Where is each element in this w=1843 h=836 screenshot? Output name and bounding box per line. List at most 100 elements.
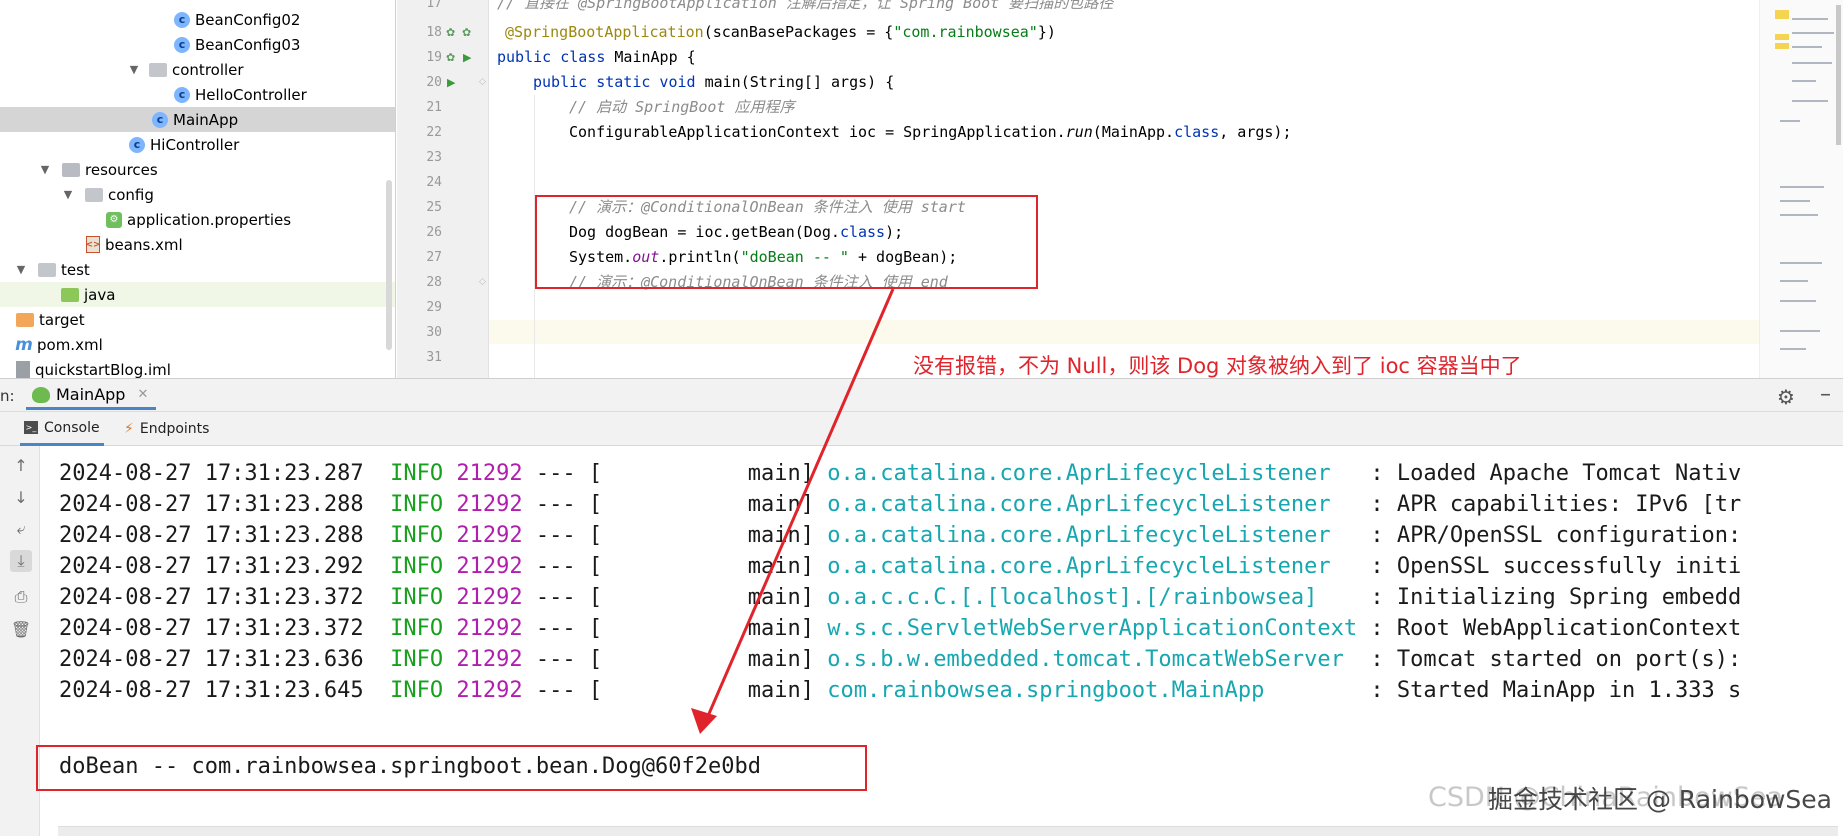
tree-item-label: BeanConfig03 — [195, 35, 301, 54]
tree-item-label: quickstartBlog.iml — [35, 360, 171, 379]
chevron-down-icon[interactable]: ▼ — [14, 263, 28, 276]
log-logger: o.a.catalina.core.AprLifecycleListener — [827, 523, 1358, 548]
scroll-up-icon[interactable]: ↑ — [10, 454, 32, 476]
line-number: 24 — [426, 175, 442, 190]
warning-stripe[interactable] — [1775, 43, 1789, 49]
tree-item-iml[interactable]: quickstartBlog.iml — [0, 357, 395, 379]
minimize-icon[interactable]: – — [1820, 382, 1831, 407]
tab-label: Console — [44, 419, 100, 436]
print-icon[interactable]: ⎙ — [10, 586, 32, 608]
soft-wrap-icon[interactable]: ⤶ — [10, 518, 32, 540]
scroll-to-end-icon[interactable]: ⤓ — [10, 550, 32, 572]
log-level: INFO — [390, 647, 444, 672]
editor-scrollbar[interactable] — [1836, 5, 1841, 145]
tree-item-label: application.properties — [127, 210, 292, 229]
tree-item-target[interactable]: target — [0, 307, 395, 332]
trash-icon[interactable]: 🗑 — [10, 618, 32, 640]
tree-item-test[interactable]: ▼ test — [0, 257, 395, 282]
log-level: INFO — [390, 554, 444, 579]
tree-item-java[interactable]: java — [0, 282, 395, 307]
tree-item-label: controller — [172, 60, 244, 79]
chevron-down-icon[interactable]: ▼ — [38, 163, 52, 176]
chevron-down-icon[interactable]: ▼ — [127, 63, 141, 76]
tree-item-controller[interactable]: ▼ controller — [0, 57, 395, 82]
minimap-line — [1792, 18, 1828, 20]
warning-stripe[interactable] — [1775, 10, 1789, 19]
caret-line-highlight — [489, 320, 1759, 344]
tree-scrollbar[interactable] — [386, 180, 392, 350]
line-number: 28 — [426, 275, 442, 290]
log-message: : APR capabilities: IPv6 [tr — [1370, 492, 1742, 517]
code-token: }) — [1037, 23, 1056, 41]
log-timestamp: 2024-08-27 17:31:23.292 — [59, 554, 364, 579]
tree-item-label: BeanConfig02 — [195, 10, 301, 29]
log-thread: [ main] — [588, 678, 815, 703]
keyword-token: public class — [497, 48, 606, 66]
minimap-line — [1780, 200, 1810, 202]
console-icon: >_ — [24, 421, 38, 434]
code-token: (scanBasePackages = { — [703, 23, 894, 41]
tree-item-label: config — [108, 185, 154, 204]
log-message: : OpenSSL successfully initi — [1370, 554, 1742, 579]
gear-icon[interactable]: ⚙ — [1777, 385, 1795, 409]
tab-endpoints[interactable]: ⚡ Endpoints — [120, 412, 213, 446]
editor-minimap[interactable] — [1759, 0, 1843, 378]
log-pid: 21292 — [456, 492, 523, 517]
properties-file-icon: ⚙ — [106, 211, 122, 228]
line-number: 22 — [426, 125, 442, 140]
tree-item-beans-xml[interactable]: <> beans.xml — [0, 232, 395, 257]
tree-item-label: HelloController — [195, 85, 307, 104]
fold-icon[interactable]: ◇ — [479, 270, 486, 295]
tree-item-application-properties[interactable]: ⚙ application.properties — [0, 207, 395, 232]
tree-item-hellocontroller[interactable]: c HelloController — [0, 82, 395, 107]
tree-item-pom-xml[interactable]: m pom.xml — [0, 332, 395, 357]
minimap-line — [1780, 280, 1808, 282]
xml-file-icon: <> — [85, 236, 101, 253]
tree-item-label: pom.xml — [37, 335, 103, 354]
code-line-18: @SpringBootApplication(scanBasePackages … — [505, 20, 1056, 45]
log-thread: [ main] — [588, 461, 815, 486]
scroll-down-icon[interactable]: ↓ — [10, 486, 32, 508]
annotation-note: 没有报错，不为 Null，则该 Dog 对象被纳入到了 ioc 容器当中了 — [913, 354, 1522, 378]
keyword-token: class — [1174, 123, 1220, 141]
minimap-line — [1780, 348, 1806, 350]
tree-item-beanconfig02[interactable]: c BeanConfig02 — [0, 7, 395, 32]
minimap-line — [1780, 262, 1822, 264]
line-number: 26 — [426, 225, 442, 240]
line-number: 27 — [426, 250, 442, 265]
code-editor[interactable]: // 直接在 @SpringBootApplication 注解后指定，让 Sp… — [489, 0, 1759, 378]
log-pid: 21292 — [456, 616, 523, 641]
bean-icon[interactable]: ✿ — [446, 45, 455, 70]
tree-item-config[interactable]: ▼ config — [0, 182, 395, 207]
log-pid: 21292 — [456, 523, 523, 548]
close-icon[interactable]: ✕ — [137, 387, 148, 402]
tree-item-mainapp[interactable]: c MainApp — [0, 107, 395, 132]
log-message: : Root WebApplicationContext — [1370, 616, 1742, 641]
run-icon[interactable]: ▶ — [463, 45, 471, 70]
log-message: : Tomcat started on port(s): — [1370, 647, 1742, 672]
tab-console[interactable]: >_ Console — [20, 412, 104, 446]
log-message: : APR/OpenSSL configuration: — [1370, 523, 1742, 548]
log-timestamp: 2024-08-27 17:31:23.636 — [59, 647, 364, 672]
log-logger: com.rainbowsea.springboot.MainApp — [827, 678, 1358, 703]
tree-item-beanconfig03[interactable]: c BeanConfig03 — [0, 32, 395, 57]
tree-item-resources[interactable]: ▼ resources — [0, 157, 395, 182]
fold-icon[interactable]: ◇ — [479, 70, 486, 95]
chevron-down-icon[interactable]: ▼ — [61, 188, 75, 201]
maven-icon: m — [15, 334, 33, 355]
warning-stripe[interactable] — [1775, 34, 1789, 40]
line-number: 30 — [426, 325, 442, 340]
minimap-line — [1792, 100, 1828, 102]
tab-mainapp[interactable]: MainApp ✕ — [26, 382, 157, 410]
minimap-line — [1792, 32, 1834, 34]
console-horizontal-scrollbar[interactable] — [58, 826, 1838, 836]
project-tree: c BeanConfig02 c BeanConfig03 ▼ controll… — [0, 0, 396, 378]
tree-item-hicontroller[interactable]: c HiController — [0, 132, 395, 157]
bean-icon[interactable]: ✿ — [446, 20, 455, 45]
tab-label: MainApp — [56, 385, 126, 404]
bean-icon[interactable]: ✿ — [462, 20, 471, 45]
line-number: 21 — [426, 100, 442, 115]
tree-item-label: test — [61, 260, 90, 279]
log-message: : Initializing Spring embedd — [1370, 585, 1742, 610]
run-icon[interactable]: ▶ — [447, 70, 455, 95]
